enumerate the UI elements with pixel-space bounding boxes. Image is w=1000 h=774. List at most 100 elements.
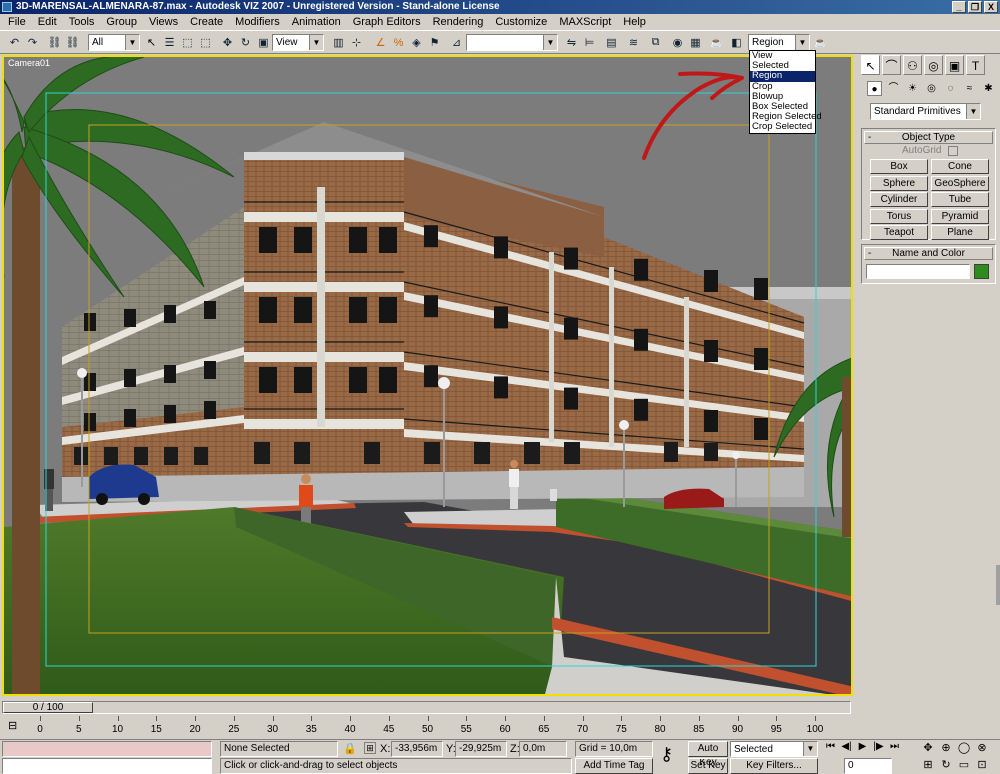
select-object-icon[interactable]: ↖ (143, 34, 160, 51)
key-mode-combo[interactable]: Selected ▼ (730, 741, 818, 757)
tube-button[interactable]: Tube (931, 192, 989, 207)
roll-icon[interactable]: ↻ (938, 758, 954, 773)
render-scene-icon[interactable]: ☕ (708, 34, 725, 51)
pivot-icon[interactable]: ▥ (330, 34, 347, 51)
link-icon[interactable]: ⛓ (46, 34, 63, 51)
teapot-button[interactable]: Teapot (870, 225, 928, 240)
y-coordinate[interactable]: -29,925m (455, 741, 507, 757)
layer-manager-icon[interactable]: ▤ (603, 34, 620, 51)
angle-snap-icon[interactable]: ∠ (372, 34, 389, 51)
zoom-all-icon[interactable]: ⊕ (938, 741, 954, 756)
current-frame-input[interactable]: 0 (844, 758, 892, 774)
pyramid-button[interactable]: Pyramid (931, 208, 989, 224)
named-selection-combo[interactable]: ▼ (466, 34, 558, 51)
box-button[interactable]: Box (870, 159, 928, 174)
next-frame-icon[interactable]: |▶ (872, 741, 885, 752)
menu-views[interactable]: Views (143, 14, 184, 30)
hierarchy-tab-icon[interactable]: ⚇ (903, 55, 922, 75)
select-by-name-icon[interactable]: ☰ (161, 34, 178, 51)
quick-render-icon[interactable]: ☕ (812, 34, 829, 51)
plane-button[interactable]: Plane (931, 225, 989, 240)
object-color-swatch[interactable] (974, 264, 989, 279)
track-bar-icon[interactable]: ⊟ (8, 719, 17, 732)
maxscript-input[interactable] (2, 758, 212, 774)
go-to-end-icon[interactable]: ⏭ (888, 741, 901, 752)
selection-filter-combo[interactable]: All ▼ (88, 34, 140, 51)
autogrid-checkbox[interactable] (948, 146, 958, 156)
geometry-icon[interactable]: ● (867, 81, 882, 96)
close-button[interactable]: X (984, 1, 998, 13)
menu-animation[interactable]: Animation (286, 14, 347, 30)
sphere-button[interactable]: Sphere (870, 175, 928, 191)
go-to-start-icon[interactable]: ⏮ (824, 741, 837, 752)
field-of-view-icon[interactable]: ⊗ (974, 741, 990, 756)
edit-named-selection-icon[interactable]: ⊿ (448, 34, 465, 51)
render-type-combo[interactable]: Region ▼ (748, 34, 810, 51)
object-type-header[interactable]: - Object Type (864, 131, 993, 144)
zoom-icon[interactable]: ✥ (920, 741, 936, 756)
time-slider-thumb[interactable]: 0 / 100 (3, 702, 93, 713)
name-and-color-header[interactable]: - Name and Color (864, 247, 993, 260)
menu-edit[interactable]: Edit (32, 14, 63, 30)
add-time-tag-button[interactable]: Add Time Tag (575, 758, 653, 774)
menu-help[interactable]: Help (617, 14, 652, 30)
percent-snap-icon[interactable]: % (390, 34, 407, 51)
play-icon[interactable]: ▶ (856, 741, 869, 752)
lights-icon[interactable]: ☀ (905, 81, 920, 96)
menu-create[interactable]: Create (184, 14, 229, 30)
track-bar-ruler[interactable]: 0 5 10 15 20 25 30 35 40 45 50 55 60 65 70 75 80 85 90 95 10… (37, 716, 823, 738)
rectangular-region-icon[interactable]: ⬚ (179, 34, 196, 51)
absolute-mode-icon[interactable]: ⊞ (364, 742, 376, 754)
spinner-snap-icon[interactable]: ◈ (408, 34, 425, 51)
unlink-icon[interactable]: ⛓ (64, 34, 81, 51)
systems-icon[interactable]: ✱ (981, 81, 996, 96)
snap-icon[interactable]: ⊹ (348, 34, 365, 51)
panel-scrollbar[interactable] (996, 565, 1000, 605)
menu-rendering[interactable]: Rendering (427, 14, 490, 30)
menu-customize[interactable]: Customize (489, 14, 553, 30)
menu-file[interactable]: File (2, 14, 32, 30)
scale-icon[interactable]: ▣ (255, 34, 272, 51)
maximize-viewport-icon[interactable]: ⊡ (974, 758, 990, 773)
x-coordinate[interactable]: -33,956m (391, 741, 443, 757)
set-key-button[interactable]: Set Key (688, 758, 728, 774)
undo-icon[interactable]: ↶ (6, 34, 23, 51)
cylinder-button[interactable]: Cylinder (870, 192, 928, 207)
window-crossing-icon[interactable]: ⬚ (197, 34, 214, 51)
render-setup-icon[interactable]: ▦ (687, 34, 704, 51)
menu-tools[interactable]: Tools (63, 14, 101, 30)
menu-graph-editors[interactable]: Graph Editors (347, 14, 427, 30)
orbit-icon[interactable]: ◯ (956, 741, 972, 756)
cone-button[interactable]: Cone (931, 159, 989, 174)
menu-modifiers[interactable]: Modifiers (229, 14, 286, 30)
minimize-button[interactable]: _ (952, 1, 966, 13)
time-slider[interactable]: 0 / 100 (2, 701, 851, 714)
material-editor-icon[interactable]: ◉ (669, 34, 686, 51)
utilities-tab-icon[interactable]: T (966, 55, 985, 75)
redo-icon[interactable]: ↷ (24, 34, 41, 51)
object-name-input[interactable] (866, 264, 970, 279)
key-filters-button[interactable]: Key Filters... (730, 758, 818, 774)
pan-icon[interactable]: ▭ (956, 758, 972, 773)
create-tab-icon[interactable]: ↖ (861, 55, 880, 75)
display-tab-icon[interactable]: ▣ (945, 55, 964, 75)
motion-tab-icon[interactable]: ◎ (924, 55, 943, 75)
restore-button[interactable]: ❐ (968, 1, 982, 13)
previous-frame-icon[interactable]: ◀| (840, 741, 853, 752)
align-icon[interactable]: ⊨ (581, 34, 598, 51)
named-sets-icon[interactable]: ⚑ (426, 34, 443, 51)
reference-coordinate-combo[interactable]: View ▼ (272, 34, 324, 51)
mirror-icon[interactable]: ⇋ (563, 34, 580, 51)
shapes-icon[interactable]: ⌒ (886, 81, 901, 96)
space-warps-icon[interactable]: ≈ (962, 81, 977, 96)
curve-editor-icon[interactable]: ≋ (625, 34, 642, 51)
menu-group[interactable]: Group (100, 14, 143, 30)
geosphere-button[interactable]: GeoSphere (931, 175, 989, 191)
maxscript-listener-field[interactable] (2, 741, 212, 757)
render-frame-icon[interactable]: ◧ (728, 34, 745, 51)
primitive-category-combo[interactable]: Standard Primitives ▼ (870, 103, 981, 120)
helpers-icon[interactable]: ◌ (943, 81, 958, 96)
lock-icon[interactable]: 🔒 (343, 742, 357, 755)
schematic-view-icon[interactable]: ⧉ (647, 34, 664, 51)
torus-button[interactable]: Torus (870, 208, 928, 224)
